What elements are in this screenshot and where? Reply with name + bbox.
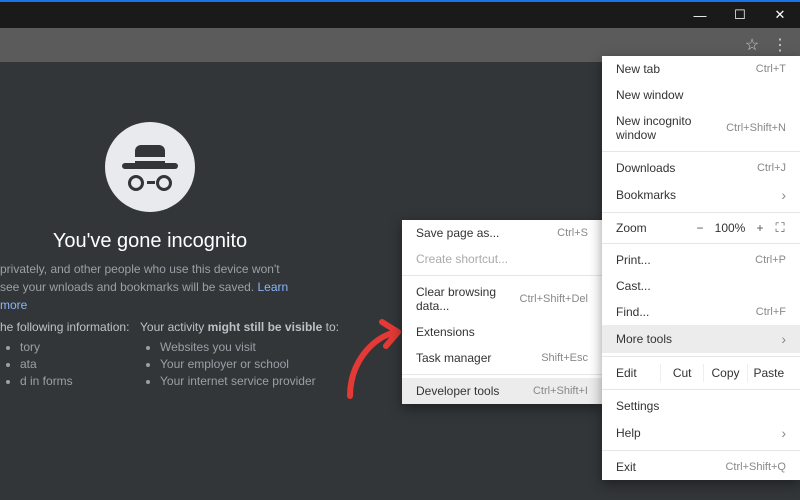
menu-item-extensions[interactable]: Extensions xyxy=(402,319,602,345)
menu-item-downloads[interactable]: DownloadsCtrl+J xyxy=(602,155,800,181)
window-titlebar: — ☐ ✕ xyxy=(0,0,800,28)
bookmark-star-icon[interactable]: ☆ xyxy=(738,31,766,59)
paste-button[interactable]: Paste xyxy=(747,364,790,382)
more-tools-submenu: Save page as...Ctrl+S Create shortcut...… xyxy=(402,220,602,404)
menu-item-exit[interactable]: ExitCtrl+Shift+Q xyxy=(602,454,800,480)
right-item: Your employer or school xyxy=(160,357,340,371)
menu-item-cast[interactable]: Cast... xyxy=(602,273,800,299)
info-columns: he following information: tory ata d in … xyxy=(0,320,340,391)
menu-item-create-shortcut: Create shortcut... xyxy=(402,246,602,272)
right-column: Your activity might still be visible to:… xyxy=(140,320,340,391)
menu-separator xyxy=(602,151,800,152)
menu-item-new-window[interactable]: New window xyxy=(602,82,800,108)
menu-separator xyxy=(402,275,602,276)
menu-item-bookmarks[interactable]: Bookmarks xyxy=(602,181,800,209)
edit-label: Edit xyxy=(616,366,660,380)
annotation-arrow-icon xyxy=(340,310,410,400)
menu-item-help[interactable]: Help xyxy=(602,419,800,447)
content-area: You've gone incognito privately, and oth… xyxy=(0,62,800,500)
menu-item-print[interactable]: Print...Ctrl+P xyxy=(602,247,800,273)
menu-separator xyxy=(602,356,800,357)
left-item: tory xyxy=(20,340,140,354)
page-heading: You've gone incognito xyxy=(53,230,247,253)
left-item: ata xyxy=(20,357,140,371)
close-button[interactable]: ✕ xyxy=(760,2,800,28)
right-column-head: Your activity might still be visible to: xyxy=(140,320,340,334)
fullscreen-icon[interactable]: ⛶ xyxy=(770,220,790,236)
menu-item-clear-browsing-data[interactable]: Clear browsing data...Ctrl+Shift+Del xyxy=(402,279,602,319)
incognito-hero: You've gone incognito xyxy=(0,122,300,253)
incognito-body: privately, and other people who use this… xyxy=(0,260,300,314)
left-item: d in forms xyxy=(20,374,140,388)
cut-button[interactable]: Cut xyxy=(660,364,703,382)
right-item: Websites you visit xyxy=(160,340,340,354)
menu-item-more-tools[interactable]: More tools xyxy=(602,325,800,353)
zoom-value: 100% xyxy=(710,221,750,235)
zoom-out-button[interactable]: − xyxy=(690,221,710,235)
left-column-head: he following information: xyxy=(0,320,140,334)
menu-separator xyxy=(602,212,800,213)
chrome-main-menu: New tabCtrl+T New window New incognito w… xyxy=(602,56,800,480)
menu-separator xyxy=(402,374,602,375)
body-text-fragment: privately, and other people who use this… xyxy=(0,262,280,294)
menu-item-new-incognito[interactable]: New incognito windowCtrl+Shift+N xyxy=(602,108,800,148)
menu-item-task-manager[interactable]: Task managerShift+Esc xyxy=(402,345,602,371)
menu-item-new-tab[interactable]: New tabCtrl+T xyxy=(602,56,800,82)
menu-separator xyxy=(602,243,800,244)
copy-button[interactable]: Copy xyxy=(703,364,746,382)
minimize-button[interactable]: — xyxy=(680,2,720,28)
menu-item-edit: Edit Cut Copy Paste xyxy=(602,360,800,386)
maximize-button[interactable]: ☐ xyxy=(720,2,760,28)
menu-item-settings[interactable]: Settings xyxy=(602,393,800,419)
menu-item-save-page-as[interactable]: Save page as...Ctrl+S xyxy=(402,220,602,246)
menu-item-find[interactable]: Find...Ctrl+F xyxy=(602,299,800,325)
right-item: Your internet service provider xyxy=(160,374,340,388)
zoom-in-button[interactable]: + xyxy=(750,221,770,235)
menu-kebab-icon[interactable]: ⋮ xyxy=(766,31,794,59)
menu-item-zoom: Zoom − 100% + ⛶ xyxy=(602,216,800,240)
incognito-icon xyxy=(105,122,195,212)
menu-item-developer-tools[interactable]: Developer toolsCtrl+Shift+I xyxy=(402,378,602,404)
menu-separator xyxy=(602,450,800,451)
menu-separator xyxy=(602,389,800,390)
zoom-label: Zoom xyxy=(616,221,690,235)
left-column: he following information: tory ata d in … xyxy=(0,320,140,391)
